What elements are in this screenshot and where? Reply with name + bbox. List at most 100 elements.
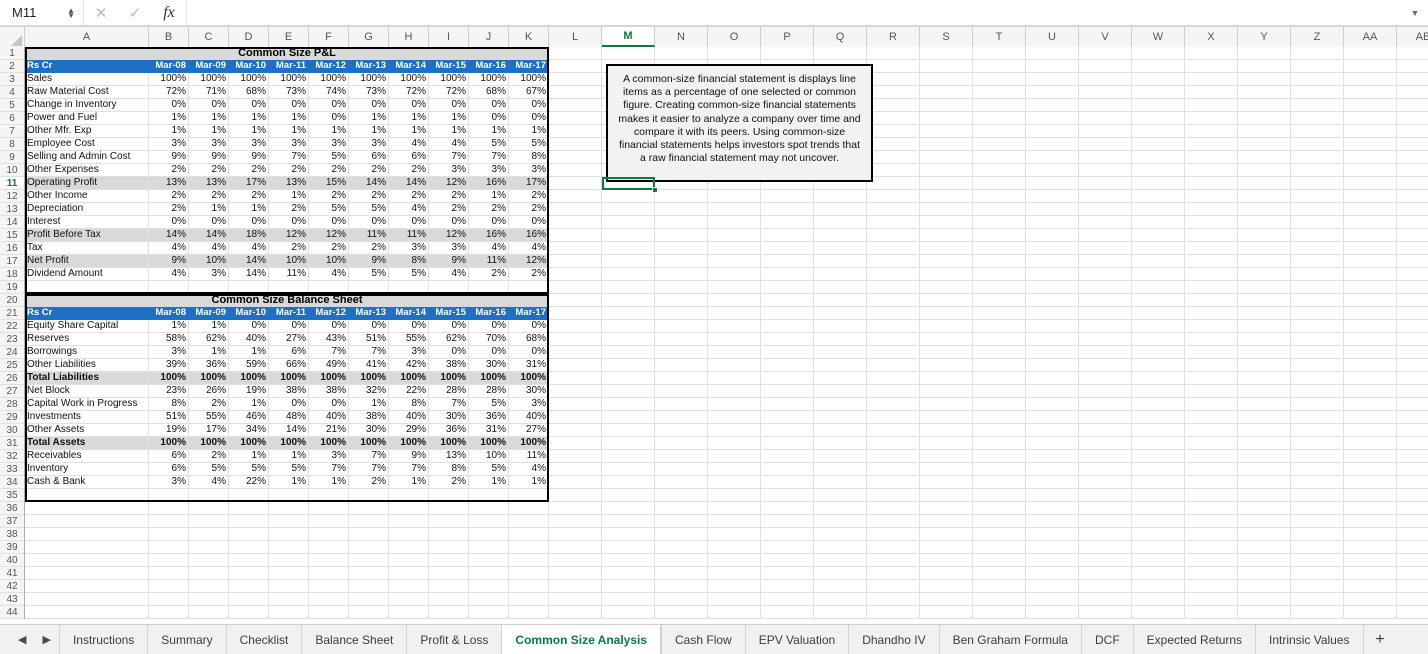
grid-cell-J40[interactable] [469,554,509,567]
grid-cell-B16[interactable]: 4% [149,242,189,255]
grid-cell-D31[interactable]: 100% [229,437,269,450]
grid-cell-Y3[interactable] [1238,73,1291,86]
grid-cell-O41[interactable] [708,567,761,580]
grid-cell-K17[interactable]: 12% [509,255,549,268]
grid-cell-J30[interactable]: 31% [469,424,509,437]
grid-cell-R24[interactable] [867,346,920,359]
grid-cell-L22[interactable] [549,320,602,333]
grid-cell-M23[interactable] [602,333,655,346]
grid-cell-E19[interactable] [269,281,309,294]
grid-cell-AB1[interactable] [1397,47,1428,60]
grid-cell-V20[interactable] [1079,294,1132,307]
grid-cell-L25[interactable] [549,359,602,372]
row-header-17[interactable]: 17 [0,255,24,268]
column-header-aa[interactable]: AA [1344,27,1397,47]
grid-cell-D22[interactable]: 0% [229,320,269,333]
grid-cell-AB12[interactable] [1397,190,1428,203]
grid-cell-O39[interactable] [708,541,761,554]
grid-cell-X5[interactable] [1185,99,1238,112]
grid-cell-K16[interactable]: 4% [509,242,549,255]
grid-cell-M37[interactable] [602,515,655,528]
grid-cell-F39[interactable] [309,541,349,554]
grid-cell-N42[interactable] [655,580,708,593]
grid-cell-E26[interactable]: 100% [269,372,309,385]
grid-cell-AA27[interactable] [1344,385,1397,398]
grid-cell-M1[interactable] [602,47,655,60]
grid-cell-H41[interactable] [389,567,429,580]
grid-cell-G29[interactable]: 38% [349,411,389,424]
grid-cell-P34[interactable] [761,476,814,489]
grid-cell-E21[interactable]: Mar-11 [269,307,309,320]
grid-cell-A5[interactable]: Change in Inventory [25,99,149,112]
grid-cell-N44[interactable] [655,606,708,619]
grid-cell-E15[interactable]: 12% [269,229,309,242]
grid-cell-Z43[interactable] [1291,593,1344,606]
grid-cell-L33[interactable] [549,463,602,476]
grid-cell-I31[interactable]: 100% [429,437,469,450]
grid-cell-K4[interactable]: 67% [509,86,549,99]
grid-cell-D19[interactable] [229,281,269,294]
column-header-w[interactable]: W [1132,27,1185,47]
grid-cell-U42[interactable] [1026,580,1079,593]
grid-cell-AA3[interactable] [1344,73,1397,86]
grid-cell-Z29[interactable] [1291,411,1344,424]
grid-cell-P30[interactable] [761,424,814,437]
row-header-38[interactable]: 38 [0,528,24,541]
grid-cell-T24[interactable] [973,346,1026,359]
grid-cell-R9[interactable] [867,151,920,164]
grid-cell-U11[interactable] [1026,177,1079,190]
grid-cell-P32[interactable] [761,450,814,463]
grid-cell-R34[interactable] [867,476,920,489]
grid-cell-G2[interactable]: Mar-13 [349,60,389,73]
grid-cell-J5[interactable]: 0% [469,99,509,112]
grid-cell-Z25[interactable] [1291,359,1344,372]
grid-cell-Q42[interactable] [814,580,867,593]
grid-cell-T34[interactable] [973,476,1026,489]
grid-cell-Y15[interactable] [1238,229,1291,242]
grid-cell-O44[interactable] [708,606,761,619]
grid-cell-S1[interactable] [920,47,973,60]
grid-cell-A17[interactable]: Net Profit [25,255,149,268]
grid-cell-B29[interactable]: 51% [149,411,189,424]
grid-cell-E16[interactable]: 2% [269,242,309,255]
grid-cell-U20[interactable] [1026,294,1079,307]
grid-cell-P14[interactable] [761,216,814,229]
grid-cell-V11[interactable] [1079,177,1132,190]
grid-cell-T32[interactable] [973,450,1026,463]
grid-cell-W7[interactable] [1132,125,1185,138]
row-header-24[interactable]: 24 [0,346,24,359]
grid-cell-T3[interactable] [973,73,1026,86]
grid-cell-S35[interactable] [920,489,973,502]
grid-cell-Y9[interactable] [1238,151,1291,164]
grid-cell-D4[interactable]: 68% [229,86,269,99]
grid-cell-T26[interactable] [973,372,1026,385]
grid-cell-L37[interactable] [549,515,602,528]
grid-cell-A28[interactable]: Capital Work in Progress [25,398,149,411]
grid-cell-V39[interactable] [1079,541,1132,554]
grid-cell-T31[interactable] [973,437,1026,450]
grid-cell-Q31[interactable] [814,437,867,450]
grid-cell-Q20[interactable] [814,294,867,307]
grid-cell-T27[interactable] [973,385,1026,398]
grid-cell-U8[interactable] [1026,138,1079,151]
grid-cell-U21[interactable] [1026,307,1079,320]
grid-cell-E12[interactable]: 1% [269,190,309,203]
grid-cell-S36[interactable] [920,502,973,515]
grid-cell-J15[interactable]: 16% [469,229,509,242]
grid-cell-U28[interactable] [1026,398,1079,411]
grid-cell-AA4[interactable] [1344,86,1397,99]
grid-cell-AA16[interactable] [1344,242,1397,255]
sheet-tab-cash-flow[interactable]: Cash Flow [661,625,745,654]
grid-cell-Q14[interactable] [814,216,867,229]
grid-cell-AA28[interactable] [1344,398,1397,411]
column-header-o[interactable]: O [708,27,761,47]
grid-cell-Y28[interactable] [1238,398,1291,411]
grid-cell-Z28[interactable] [1291,398,1344,411]
column-header-u[interactable]: U [1026,27,1079,47]
grid-cell-A12[interactable]: Other Income [25,190,149,203]
grid-cell-U40[interactable] [1026,554,1079,567]
grid-cell-M18[interactable] [602,268,655,281]
grid-cell-X37[interactable] [1185,515,1238,528]
grid-cell-Y42[interactable] [1238,580,1291,593]
grid-cell-C15[interactable]: 14% [189,229,229,242]
